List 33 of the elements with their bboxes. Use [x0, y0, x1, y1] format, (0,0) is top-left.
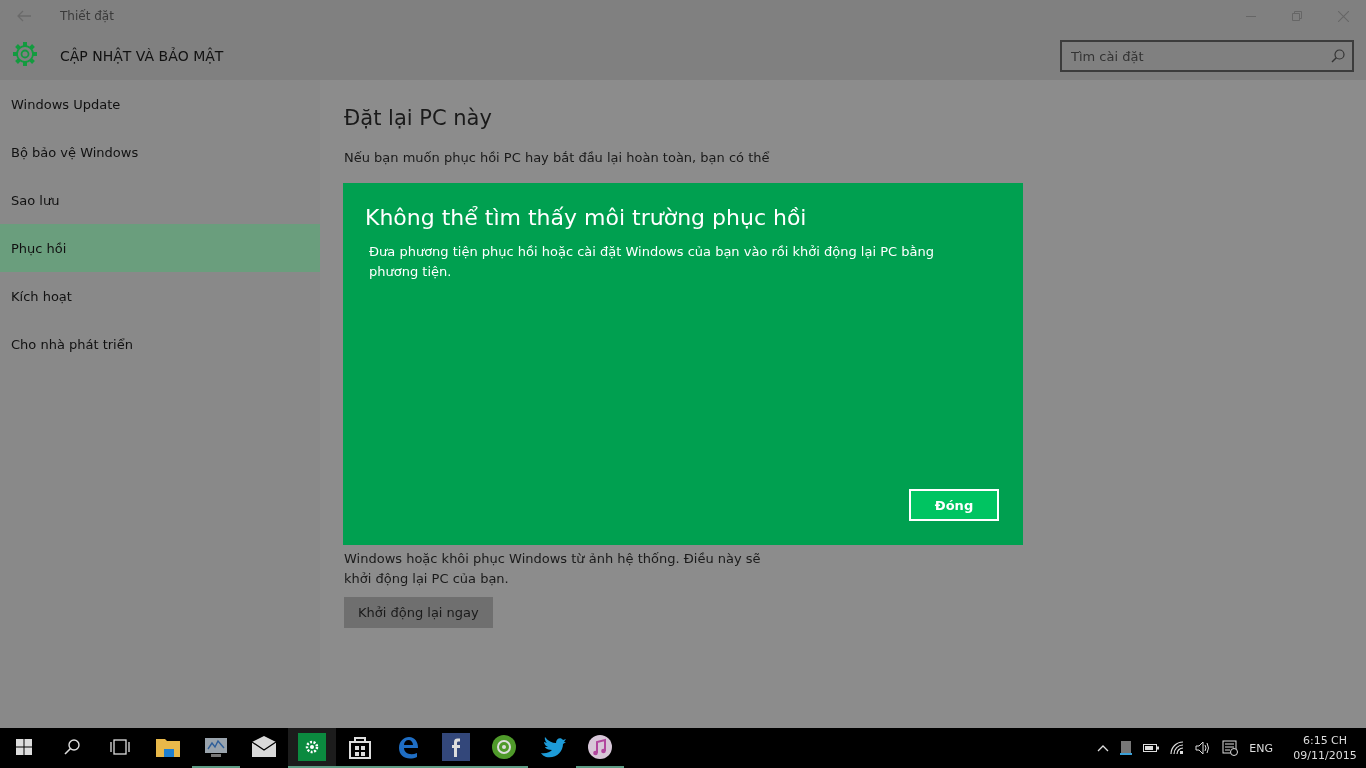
description-text: Windows hoặc khôi phục Windows từ ảnh hệ thống. Điều này sẽ khởi động lại PC của bạn.: [344, 550, 762, 588]
gear-icon: [12, 41, 38, 67]
dialog-title: Không thể tìm thấy môi trường phục hồi: [365, 205, 808, 230]
sidebar-item[interactable]: Windows Update: [0, 80, 320, 128]
sidebar-item[interactable]: Kích hoạt: [0, 272, 320, 320]
sidebar-item[interactable]: Phục hồi: [0, 224, 320, 272]
disc-icon: [490, 733, 518, 761]
wifi-icon[interactable]: [1170, 741, 1185, 755]
clock-date[interactable]: 09/11/2015: [1293, 748, 1357, 763]
music-note-icon: [586, 733, 614, 761]
clock-time[interactable]: 6:15 CH: [1302, 733, 1348, 748]
settings-icon: [298, 733, 326, 761]
battery-icon[interactable]: [1143, 743, 1160, 753]
task-view-icon[interactable]: [110, 738, 130, 756]
dialog-message: Đưa phương tiện phục hồi hoặc cài đặt Windows của bạn vào rồi khởi động lại PC bằng phương tiện.: [368, 243, 935, 281]
sidebar-item[interactable]: Sao lưu: [0, 176, 320, 224]
window-title: Thiết đặt: [60, 9, 114, 23]
description-text: Nếu bạn muốn phục hồi PC hay bắt đầu lại hoàn toàn, bạn có thể: [344, 149, 771, 167]
sidebar-item[interactable]: Bộ bảo vệ Windows: [0, 128, 320, 176]
language-indicator[interactable]: ENG: [1249, 741, 1273, 755]
letter-f-icon: [442, 733, 470, 761]
search-icon[interactable]: [63, 738, 81, 756]
speaker-icon[interactable]: [1195, 741, 1212, 755]
sidebar-item[interactable]: Cho nhà phát triển: [0, 320, 320, 368]
restart-now-button[interactable]: Khởi động lại ngay: [344, 597, 493, 628]
notification-icon[interactable]: [1222, 740, 1239, 756]
taskbar-app-button[interactable]: [288, 728, 336, 768]
page-heading: Đặt lại PC này: [344, 106, 492, 130]
windows-start-icon[interactable]: [15, 738, 33, 756]
chevron-up-icon[interactable]: [1097, 744, 1110, 752]
section-title: CẬP NHẬT VÀ BẢO MẬT: [60, 48, 224, 64]
search-field[interactable]: Tìm cài đặt: [1060, 40, 1354, 72]
tablet-icon[interactable]: [1120, 741, 1133, 755]
